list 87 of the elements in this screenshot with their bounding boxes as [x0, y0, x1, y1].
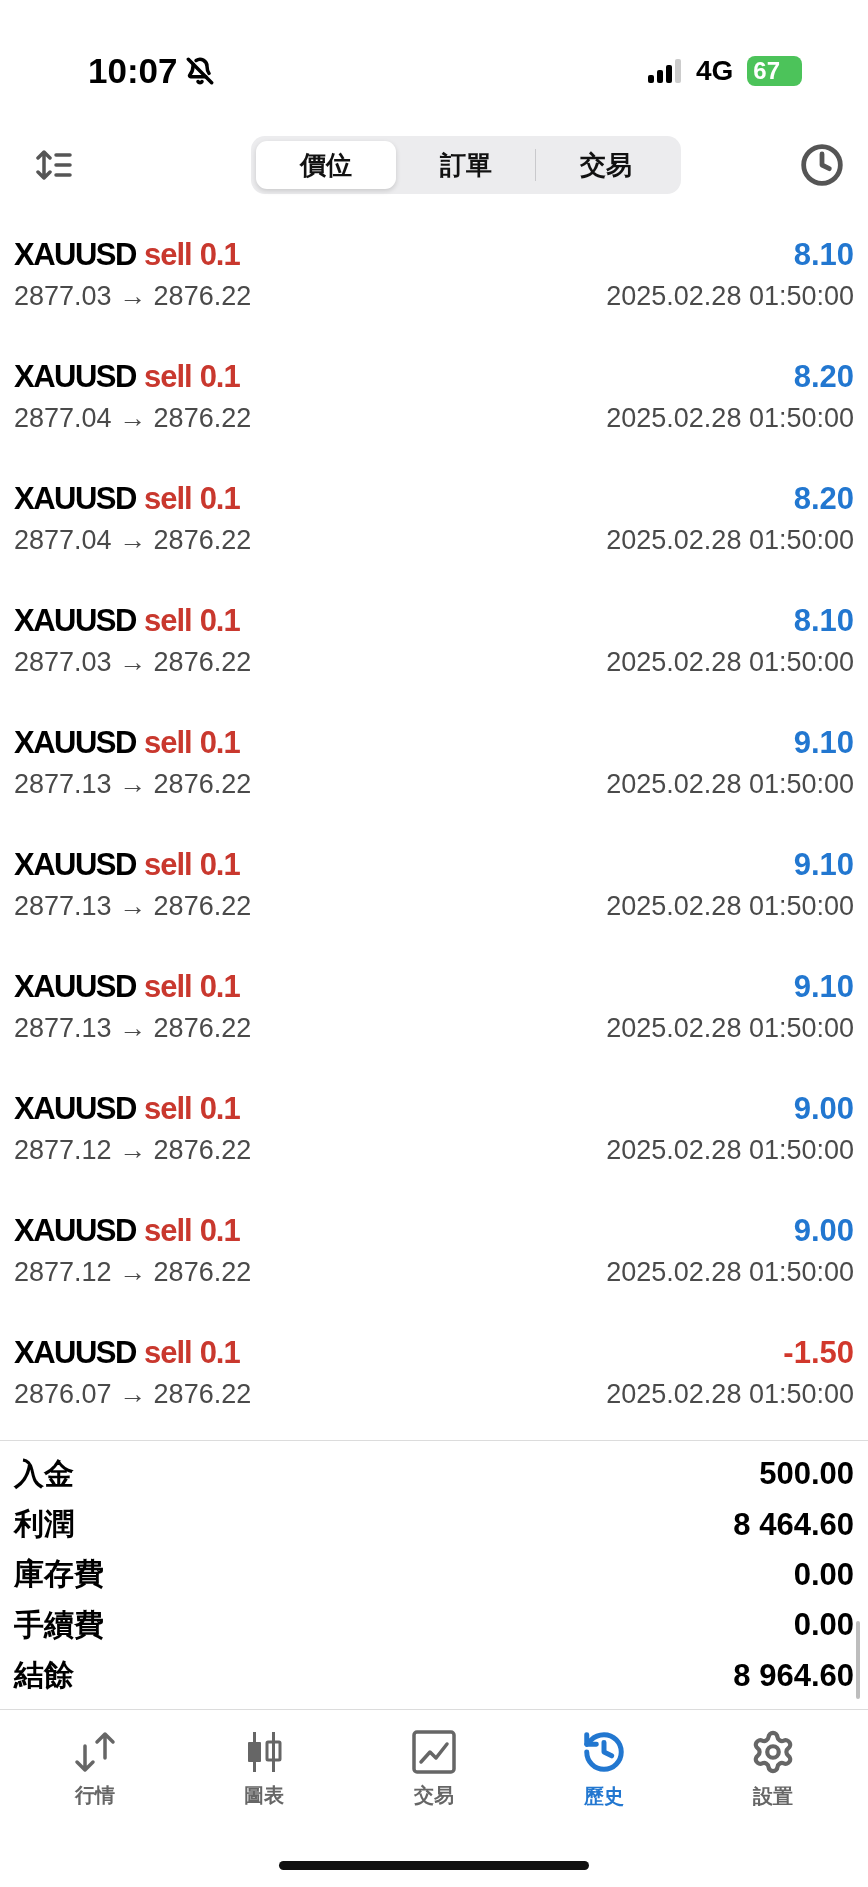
price-range: 2876.07 → 2876.22 — [14, 1378, 252, 1410]
tab-bar-item[interactable]: 交易 — [374, 1729, 494, 1809]
price-range: 2877.13 → 2876.22 — [14, 1012, 252, 1044]
summary-label: 手續費 — [14, 1606, 104, 1643]
side-label: sell — [143, 1212, 192, 1248]
side-label: sell — [143, 358, 192, 394]
deal-time: 2025.02.28 01:50:00 — [606, 646, 854, 678]
deal-time: 2025.02.28 01:50:00 — [606, 1256, 854, 1288]
profit-value: 9.10 — [793, 846, 854, 883]
price-range: 2877.12 → 2876.22 — [14, 1256, 252, 1288]
line-chart-icon — [412, 1729, 456, 1774]
volume-label: 0.1 — [199, 1090, 240, 1126]
profit-value: 9.10 — [793, 968, 854, 1005]
symbol-label: XAUUSD — [14, 1212, 136, 1248]
deal-time: 2025.02.28 01:50:00 — [606, 402, 854, 434]
profit-value: 8.10 — [793, 236, 854, 273]
volume-label: 0.1 — [199, 236, 240, 272]
volume-label: 0.1 — [199, 602, 240, 638]
deal-time: 2025.02.28 01:50:00 — [606, 1378, 854, 1410]
volume-label: 0.1 — [199, 1212, 240, 1248]
symbol-label: XAUUSD — [14, 358, 136, 394]
price-range: 2877.03 → 2876.22 — [14, 646, 252, 678]
deal-time: 2025.02.28 01:50:00 — [606, 768, 854, 800]
volume-label: 0.1 — [199, 358, 240, 394]
price-range: 2877.13 → 2876.22 — [14, 890, 252, 922]
deal-time: 2025.02.28 01:50:00 — [606, 280, 854, 312]
volume-label: 0.1 — [199, 968, 240, 1004]
summary-value: 500.00 — [759, 1456, 854, 1493]
deal-time: 2025.02.28 01:50:00 — [606, 524, 854, 556]
deal-time: 2025.02.28 01:50:00 — [606, 1012, 854, 1044]
profit-value: 8.20 — [793, 480, 854, 517]
summary-value: 0.00 — [793, 1607, 854, 1644]
battery-indicator: 67 — [747, 56, 802, 86]
side-label: sell — [143, 236, 192, 272]
summary-value: 8 964.60 — [733, 1657, 854, 1694]
symbol-label: XAUUSD — [14, 968, 136, 1004]
side-label: sell — [143, 846, 192, 882]
symbol-label: XAUUSD — [14, 236, 136, 272]
profit-value: 8.10 — [793, 602, 854, 639]
profit-value: -1.50 — [783, 1334, 854, 1371]
side-label: sell — [143, 968, 192, 1004]
volume-label: 0.1 — [199, 1334, 240, 1370]
profit-value: 9.00 — [793, 1090, 854, 1127]
tab-bar-item[interactable]: 設置 — [713, 1728, 834, 1810]
price-range: 2877.04 → 2876.22 — [14, 524, 252, 556]
side-label: sell — [143, 1334, 192, 1370]
volume-label: 0.1 — [199, 724, 240, 760]
profit-value: 8.20 — [793, 358, 854, 395]
summary-label: 庫存費 — [14, 1556, 104, 1593]
side-label: sell — [143, 724, 192, 760]
deal-time: 2025.02.28 01:50:00 — [606, 890, 854, 922]
symbol-label: XAUUSD — [14, 602, 136, 638]
up-down-arrows-icon — [72, 1729, 117, 1774]
tab-bar-item[interactable]: 行情 — [34, 1729, 155, 1809]
summary-label: 入金 — [14, 1455, 74, 1492]
summary-value: 0.00 — [793, 1556, 854, 1593]
segment-tab[interactable]: 訂單 — [395, 141, 536, 189]
price-range: 2877.03 → 2876.22 — [14, 280, 252, 312]
symbol-label: XAUUSD — [14, 480, 136, 516]
symbol-label: XAUUSD — [14, 1334, 136, 1370]
profit-value: 9.00 — [793, 1212, 854, 1249]
symbol-label: XAUUSD — [14, 724, 136, 760]
volume-label: 0.1 — [199, 480, 240, 516]
symbol-label: XAUUSD — [14, 846, 136, 882]
signal-icon — [647, 59, 682, 83]
summary-label: 利潤 — [14, 1506, 74, 1543]
price-range: 2877.12 → 2876.22 — [14, 1134, 252, 1166]
symbol-label: XAUUSD — [14, 1090, 136, 1126]
profit-value: 9.10 — [793, 724, 854, 761]
status-time: 10:07 — [88, 51, 178, 91]
price-range: 2877.13 → 2876.22 — [14, 768, 252, 800]
side-label: sell — [143, 602, 192, 638]
segment-tab[interactable]: 交易 — [536, 141, 676, 189]
volume-label: 0.1 — [199, 846, 240, 882]
segment-tab[interactable]: 價位 — [256, 141, 396, 189]
candlestick-icon — [246, 1729, 283, 1774]
price-range: 2877.04 → 2876.22 — [14, 402, 252, 434]
tab-bar-item[interactable]: 圖表 — [204, 1729, 325, 1809]
summary-value: 8 464.60 — [733, 1506, 854, 1543]
network-label: 4G — [695, 55, 734, 87]
side-label: sell — [143, 480, 192, 516]
tab-bar-item[interactable]: 歷史 — [543, 1728, 664, 1810]
side-label: sell — [143, 1090, 192, 1126]
summary-label: 結餘 — [14, 1657, 74, 1694]
clock-icon[interactable] — [800, 143, 844, 187]
sort-icon[interactable] — [36, 149, 72, 181]
deal-time: 2025.02.28 01:50:00 — [606, 1134, 854, 1166]
